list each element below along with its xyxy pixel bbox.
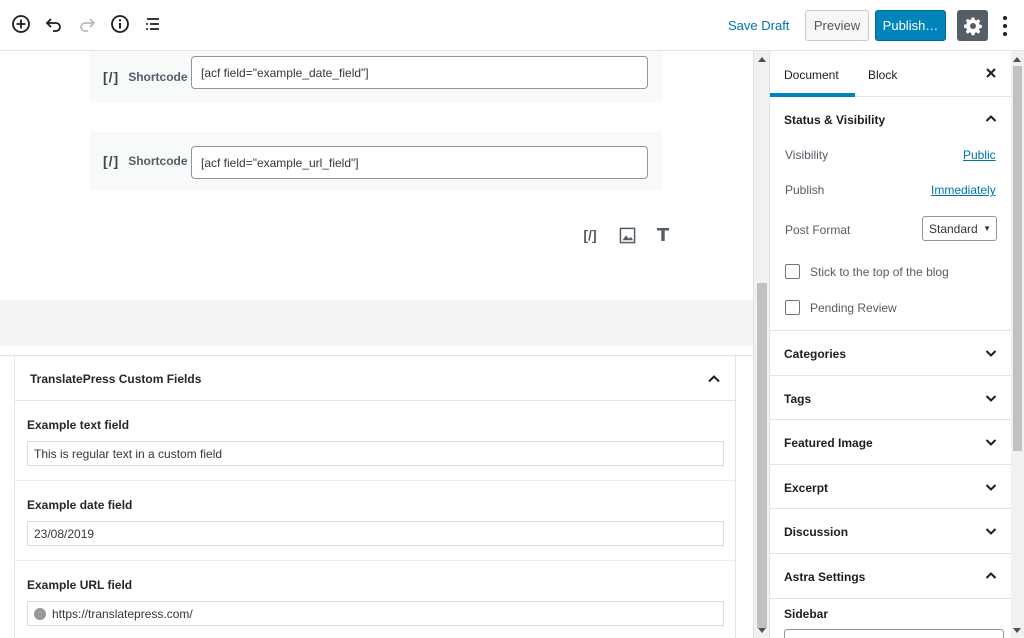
visibility-link[interactable]: Public [963,148,996,162]
sidebar-tabs: Document Block [770,51,1011,97]
editor-divider-area [0,300,753,346]
undo-icon[interactable] [42,12,66,36]
preview-button[interactable]: Preview [805,10,869,41]
scrollbar-thumb[interactable] [1013,66,1022,451]
shortcode-icon: [/] [103,153,120,169]
add-block-icon[interactable] [9,12,33,36]
sticky-label[interactable]: Stick to the top of the blog [810,265,949,279]
tab-block[interactable]: Block [868,68,897,82]
panel-status-visibility: Status & Visibility Visibility Public Pu… [770,97,1011,331]
custom-field: Example date field 23/08/2019 [15,481,735,561]
scroll-down-icon[interactable] [758,628,766,633]
gear-icon [963,17,982,35]
globe-icon [34,607,46,620]
post-format-label: Post Format [785,223,851,237]
chevron-down-icon[interactable] [984,524,998,538]
panel-title: Tags [784,392,812,406]
custom-field: Example text field This is regular text … [15,401,735,481]
text-field-input[interactable]: This is regular text in a custom field [27,441,724,466]
chevron-up-icon[interactable] [705,370,723,388]
translatepress-metabox: TranslatePress Custom Fields Example tex… [0,355,753,638]
visibility-label: Visibility [785,148,829,162]
chevron-down-icon[interactable] [984,346,998,360]
info-icon[interactable] [108,12,132,36]
url-field-input[interactable]: https://translatepress.com/ [27,601,724,626]
panel-title: Featured Image [784,436,873,450]
scrollbar-thumb[interactable] [757,283,767,628]
metabox-header[interactable]: TranslatePress Custom Fields [15,356,735,401]
chevron-down-icon[interactable] [984,435,998,449]
chevron-down-icon[interactable] [984,391,998,405]
editor-canvas: [/] Shortcode [acf field="example_date_f… [0,51,753,638]
heading-icon[interactable]: T [652,224,674,246]
panel-title: Astra Settings [784,570,866,584]
editor-scrollbar[interactable] [753,51,769,638]
redo-icon[interactable] [75,12,99,36]
panel-title: Excerpt [784,481,829,495]
settings-sidebar: Document Block Status & Visibility Visib… [769,51,1011,638]
image-icon[interactable] [616,224,638,246]
publish-date-link[interactable]: Immediately [931,183,996,197]
custom-field: Example URL field https://translatepress… [15,561,735,638]
shortcode-block-label: [/] Shortcode [103,69,188,85]
astra-sidebar-label: Sidebar [784,607,829,621]
shortcode-input[interactable]: [acf field="example_url_field"] [191,146,648,179]
chevron-up-icon[interactable] [984,569,998,583]
publish-button[interactable]: Publish… [875,10,946,41]
panel-excerpt[interactable]: Excerpt [770,465,1011,509]
scroll-up-icon[interactable] [1013,57,1021,62]
panel-featured-image[interactable]: Featured Image [770,420,1011,465]
field-label: Example date field [27,498,133,512]
editor-toolbar: Save Draft Preview Publish… [0,0,1024,51]
shortcode-block[interactable]: [/] Shortcode [acf field="example_date_f… [90,51,662,103]
publish-label: Publish [785,183,825,197]
field-label: Example text field [27,418,130,432]
panel-title: Discussion [784,525,849,539]
panel-astra-settings[interactable]: Astra Settings [770,554,1011,599]
scroll-up-icon[interactable] [758,57,766,62]
save-draft-button[interactable]: Save Draft [728,18,789,33]
settings-button[interactable] [957,10,988,41]
field-label: Example URL field [27,578,133,592]
pending-review-checkbox[interactable] [785,300,800,315]
panel-tags[interactable]: Tags [770,376,1011,420]
shortcode-icon[interactable]: [/] [579,224,601,246]
sidebar-scrollbar[interactable] [1011,51,1024,638]
scroll-down-icon[interactable] [1013,628,1021,633]
panel-discussion[interactable]: Discussion [770,509,1011,554]
panel-title: Categories [784,347,847,361]
shortcode-block-label: [/] Shortcode [103,153,188,169]
tab-document[interactable]: Document [784,68,839,82]
chevron-up-icon[interactable] [984,112,998,126]
shortcode-block[interactable]: [/] Shortcode [acf field="example_url_fi… [90,132,662,190]
date-field-input[interactable]: 23/08/2019 [27,521,724,546]
pending-review-label[interactable]: Pending Review [810,301,897,315]
more-vertical-icon[interactable] [998,14,1012,38]
astra-sidebar-select[interactable] [784,629,1004,638]
metabox-title: TranslatePress Custom Fields [30,372,202,386]
panel-title[interactable]: Status & Visibility [784,113,885,127]
sticky-checkbox[interactable] [785,264,800,279]
post-format-select[interactable]: Standard ▼ [922,216,997,241]
panel-categories[interactable]: Categories [770,331,1011,376]
close-icon[interactable] [984,66,998,80]
block-navigation-icon[interactable] [141,12,165,36]
shortcode-icon: [/] [103,69,120,85]
shortcode-input[interactable]: [acf field="example_date_field"] [191,56,648,89]
caret-down-icon: ▼ [983,224,991,233]
chevron-down-icon[interactable] [984,480,998,494]
